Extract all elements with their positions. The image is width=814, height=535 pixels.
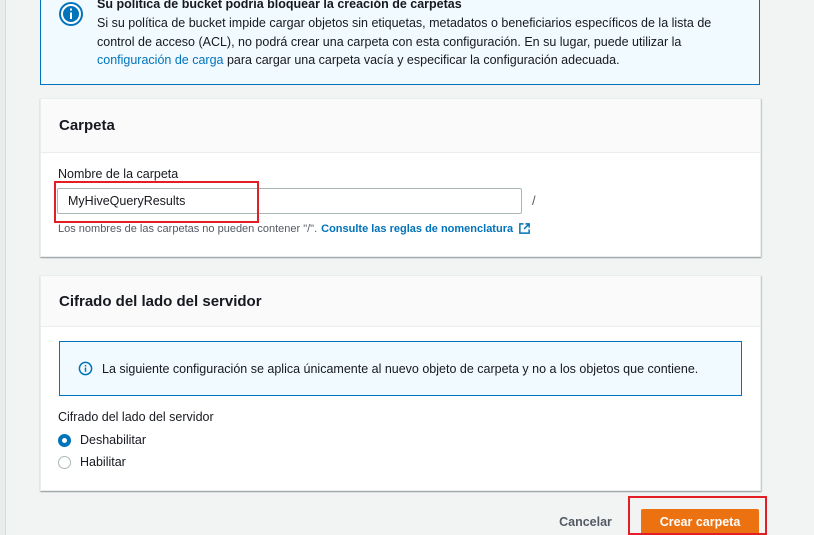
- folder-name-hint: Los nombres de las carpetas no pueden co…: [58, 222, 531, 235]
- radio-enable-control[interactable]: [58, 455, 71, 469]
- radio-enable-label: Habilitar: [80, 455, 126, 469]
- info-icon: [59, 2, 83, 26]
- bucket-policy-banner: Su política de bucket podría bloquear la…: [40, 0, 760, 85]
- banner-text-part-2: para cargar una carpeta vacía y especifi…: [223, 53, 620, 67]
- radio-disable-label: Deshabilitar: [80, 433, 147, 447]
- highlight-create-button: [628, 496, 767, 535]
- info-circle-icon: [78, 361, 93, 376]
- encryption-group-label: Cifrado del lado del servidor: [58, 410, 214, 424]
- banner-text-part-1: Si su política de bucket impide cargar o…: [97, 16, 712, 49]
- radio-disable[interactable]: Deshabilitar: [58, 433, 146, 447]
- folder-name-hint-text: Los nombres de las carpetas no pueden co…: [58, 222, 318, 235]
- radio-enable[interactable]: Habilitar: [58, 455, 126, 469]
- folder-name-label: Nombre de la carpeta: [58, 167, 179, 181]
- banner-title: Su política de bucket podría bloquear la…: [97, 0, 462, 11]
- upload-config-link[interactable]: configuración de carga: [97, 53, 223, 67]
- encryption-info-box: La siguiente configuración se aplica úni…: [59, 341, 742, 396]
- encryption-panel-header: Cifrado del lado del servidor: [41, 276, 760, 327]
- encryption-info-text: La siguiente configuración se aplica úni…: [102, 361, 699, 376]
- naming-rules-link[interactable]: Consulte las reglas de nomenclatura: [321, 223, 513, 235]
- path-separator: /: [532, 193, 536, 208]
- create-folder-page: Su política de bucket podría bloquear la…: [0, 0, 814, 535]
- left-rail: [0, 0, 6, 535]
- encryption-panel-title: Cifrado del lado del servidor: [59, 292, 262, 310]
- highlight-folder-name: [54, 181, 259, 223]
- folder-panel-title: Carpeta: [59, 117, 115, 134]
- radio-disable-control[interactable]: [58, 433, 71, 447]
- cancel-button[interactable]: Cancelar: [548, 509, 623, 535]
- folder-panel-header: Carpeta: [41, 99, 760, 153]
- external-link-icon[interactable]: [518, 222, 531, 235]
- banner-text: Si su política de bucket impide cargar o…: [97, 14, 747, 70]
